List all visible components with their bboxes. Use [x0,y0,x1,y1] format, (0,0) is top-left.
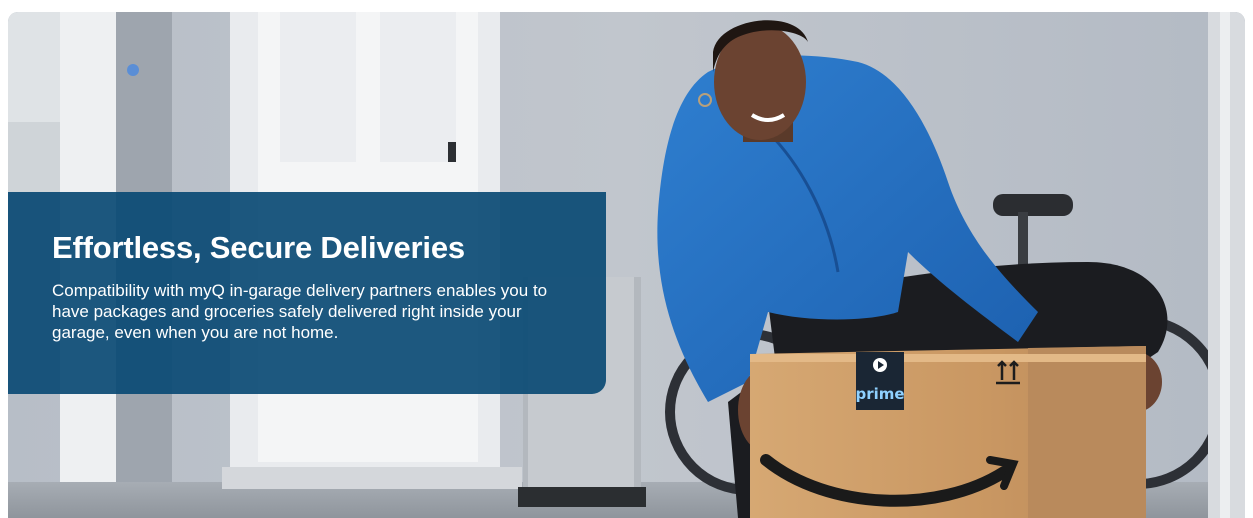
hero-description: Compatibility with myQ in-garage deliver… [52,281,548,342]
hero-headline: Effortless, Secure Deliveries [52,230,465,265]
info-panel: Effortless, Secure Deliveries Compatibil… [8,192,606,394]
hero-banner: prime Effortless, Secure Deliveries Comp… [8,12,1245,518]
box-prime-logo: prime [855,385,904,403]
